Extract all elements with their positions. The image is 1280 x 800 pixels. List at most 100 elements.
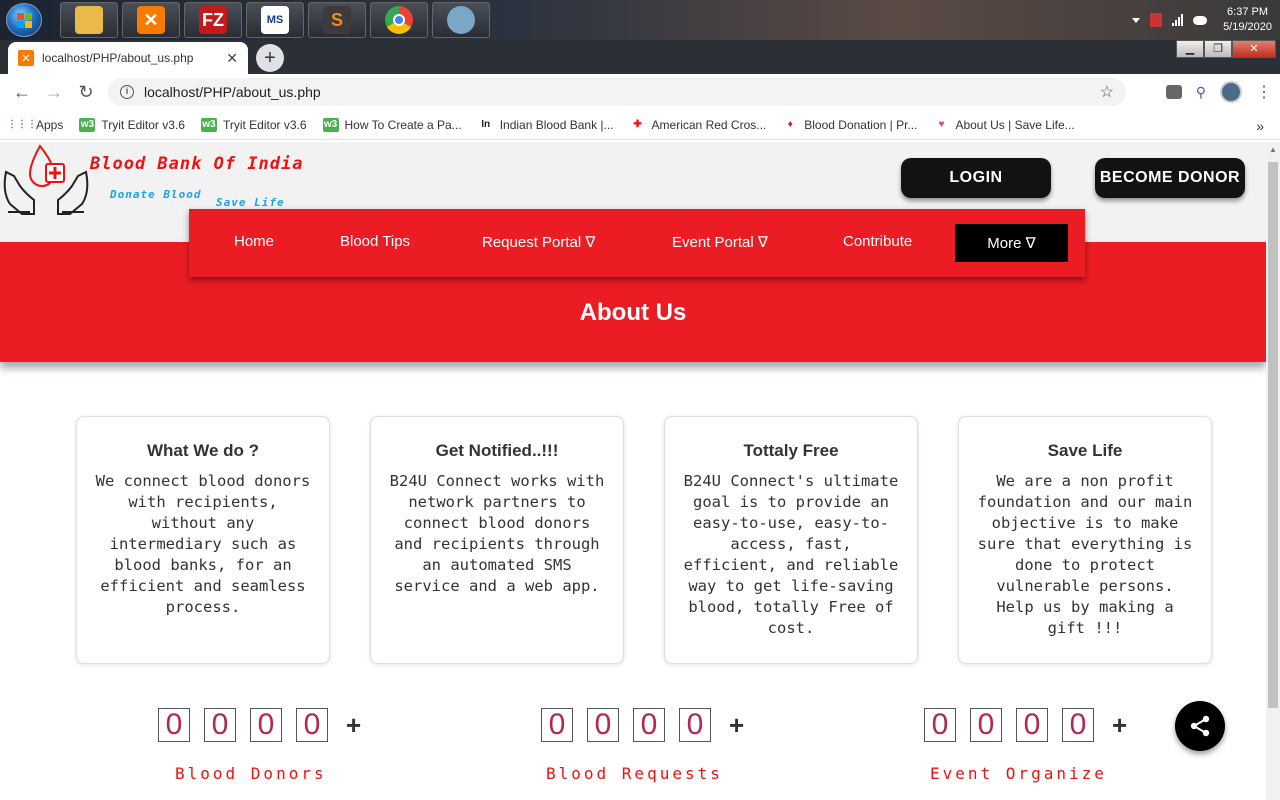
taskbar-word[interactable]: MS [246,2,304,38]
card-text: B24U Connect works with network partners… [389,472,605,595]
xampp-favicon-icon: ✕ [18,50,34,66]
bookmark-item[interactable]: w3 Tryit Editor v3.6 [79,117,185,132]
back-button[interactable]: ← [6,76,38,108]
bookmark-label: About Us | Save Life... [955,117,1075,132]
address-bar[interactable]: i localhost/PHP/about_us.php ☆ [108,78,1126,106]
bookmark-item[interactable]: ✚ American Red Cros... [630,117,767,132]
red-cross-icon: ✚ [633,119,642,130]
taskbar-sublime[interactable]: S [308,2,366,38]
close-window-button[interactable]: ✕ [1232,40,1276,58]
info-card: Tottaly Free B24U Connect's ultimate goa… [664,416,918,664]
counter-blood-donors: 0 0 0 0 + [158,708,361,742]
filezilla-icon: FZ [199,6,227,34]
become-donor-button[interactable]: BECOME DONOR [1095,158,1245,198]
minimize-button[interactable]: ▁ [1176,40,1204,58]
reload-button[interactable]: ↻ [70,76,102,108]
counter-blood-requests: 0 0 0 0 + [541,708,744,742]
chrome-menu-icon[interactable]: ⋮ [1256,82,1272,102]
taskbar-filezilla[interactable]: FZ [184,2,242,38]
bookmark-item[interactable]: ⋮⋮⋮ Apps [7,117,64,132]
logo-tagline-donate: Donate Blood [110,188,202,201]
w3-icon: w3 [79,117,96,132]
clock-time: 6:37 PM [1227,6,1269,18]
system-clock[interactable]: 6:37 PM 5/19/2020 [1223,5,1272,35]
counter-digit: 0 [924,708,956,742]
tab-title: localhost/PHP/about_us.php [42,51,194,65]
bookmark-label: Indian Blood Bank |... [499,117,614,132]
bookmark-item[interactable]: ♥ About Us | Save Life... [933,118,1074,132]
card-text: B24U Connect's ultimate goal is to provi… [683,472,899,637]
logo-tagline-save: Save Life [216,196,285,209]
counter-digit: 0 [679,708,711,742]
scroll-up-arrow-icon[interactable]: ▲ [1266,142,1280,158]
cloud-icon[interactable] [1193,15,1208,25]
counter-digit: 0 [296,708,328,742]
close-tab-icon[interactable]: ✕ [226,50,238,67]
bookmark-label: Blood Donation | Pr... [804,117,918,132]
taskbar-xampp[interactable]: ✕ [122,2,180,38]
taskbar-explorer[interactable] [60,2,118,38]
page-scrollbar[interactable]: ▲ [1266,142,1280,800]
counter-digit: 0 [541,708,573,742]
bookmark-item[interactable]: w3 How To Create a Pa... [322,117,462,132]
browser-tabstrip: ✕ localhost/PHP/about_us.php ✕ [0,40,1280,74]
network-icon[interactable] [1172,14,1184,26]
browser-tab[interactable]: ✕ localhost/PHP/about_us.php ✕ [8,42,248,74]
bookmark-item[interactable]: ♦ Blood Donation | Pr... [782,117,918,132]
nav-event-portal[interactable]: Event Portal ∇ [672,233,768,251]
extension-icon[interactable] [1165,85,1182,99]
counter-digit: 0 [250,708,282,742]
logo-title: Blood Bank Of India [90,154,304,174]
system-tray: 6:37 PM 5/19/2020 [1132,0,1272,40]
w3-icon: w3 [322,117,339,132]
start-button[interactable] [6,3,42,37]
profile-avatar[interactable] [1220,81,1242,103]
w3-icon: w3 [200,117,217,132]
login-button[interactable]: LOGIN [901,158,1051,198]
browser-toolbar: ← → ↻ i localhost/PHP/about_us.php ☆ ⚲ ⋮ [0,74,1280,110]
taskbar-chrome[interactable] [370,2,428,38]
xampp-icon: ✕ [137,6,165,34]
show-hidden-icons-icon[interactable] [1132,17,1141,23]
word-icon: MS [261,6,289,34]
forward-button[interactable]: → [38,76,70,108]
blood-drop-icon: ♦ [787,119,793,130]
main-navbar: Home Blood Tips Request Portal ∇ Event P… [189,209,1085,277]
chrome-icon [385,6,413,34]
counter-plus: + [729,709,745,740]
paint-icon [447,6,475,34]
bookmarks-overflow-button[interactable]: » [1256,118,1264,134]
web-page: Blood Bank Of India Donate Blood Save Li… [0,142,1266,800]
counter-event-organize: 0 0 0 0 + [924,708,1127,742]
nav-blood-tips[interactable]: Blood Tips [340,233,410,250]
nav-request-portal[interactable]: Request Portal ∇ [482,233,595,251]
flag-icon[interactable] [1150,13,1163,27]
page-title: About Us [579,299,687,326]
new-tab-button[interactable]: + [256,44,284,72]
scrollbar-thumb[interactable] [1268,162,1278,708]
bookmark-label: Apps [36,117,64,132]
windows-logo-icon [17,13,33,29]
share-button[interactable] [1175,701,1225,751]
counter-digit: 0 [970,708,1002,742]
maximize-button[interactable]: ❐ [1204,40,1232,58]
share-icon [1190,715,1210,737]
counter-digit: 0 [1062,708,1094,742]
counter-digit: 0 [204,708,236,742]
card-text: We connect blood donors with recipients,… [95,472,311,616]
site-info-icon[interactable]: i [120,85,134,99]
heart-icon: ♥ [938,119,945,130]
taskbar-paint[interactable] [432,2,490,38]
bookmark-star-icon[interactable]: ☆ [1100,82,1114,102]
nav-home[interactable]: Home [234,233,274,250]
bookmark-item[interactable]: In Indian Blood Bank |... [478,117,614,132]
search-extension-icon[interactable]: ⚲ [1196,84,1206,101]
nav-contribute[interactable]: Contribute [843,233,912,250]
ibb-icon: In [481,119,491,130]
toolbar-extensions: ⚲ ⋮ [1165,78,1272,106]
counter-digit: 0 [1016,708,1048,742]
bookmark-label: American Red Cros... [651,117,767,132]
nav-more[interactable]: More ∇ [955,224,1068,262]
bookmarks-bar: ⋮⋮⋮ Apps w3 Tryit Editor v3.6 w3 Tryit Editor… [0,110,1280,140]
bookmark-item[interactable]: w3 Tryit Editor v3.6 [200,117,307,132]
